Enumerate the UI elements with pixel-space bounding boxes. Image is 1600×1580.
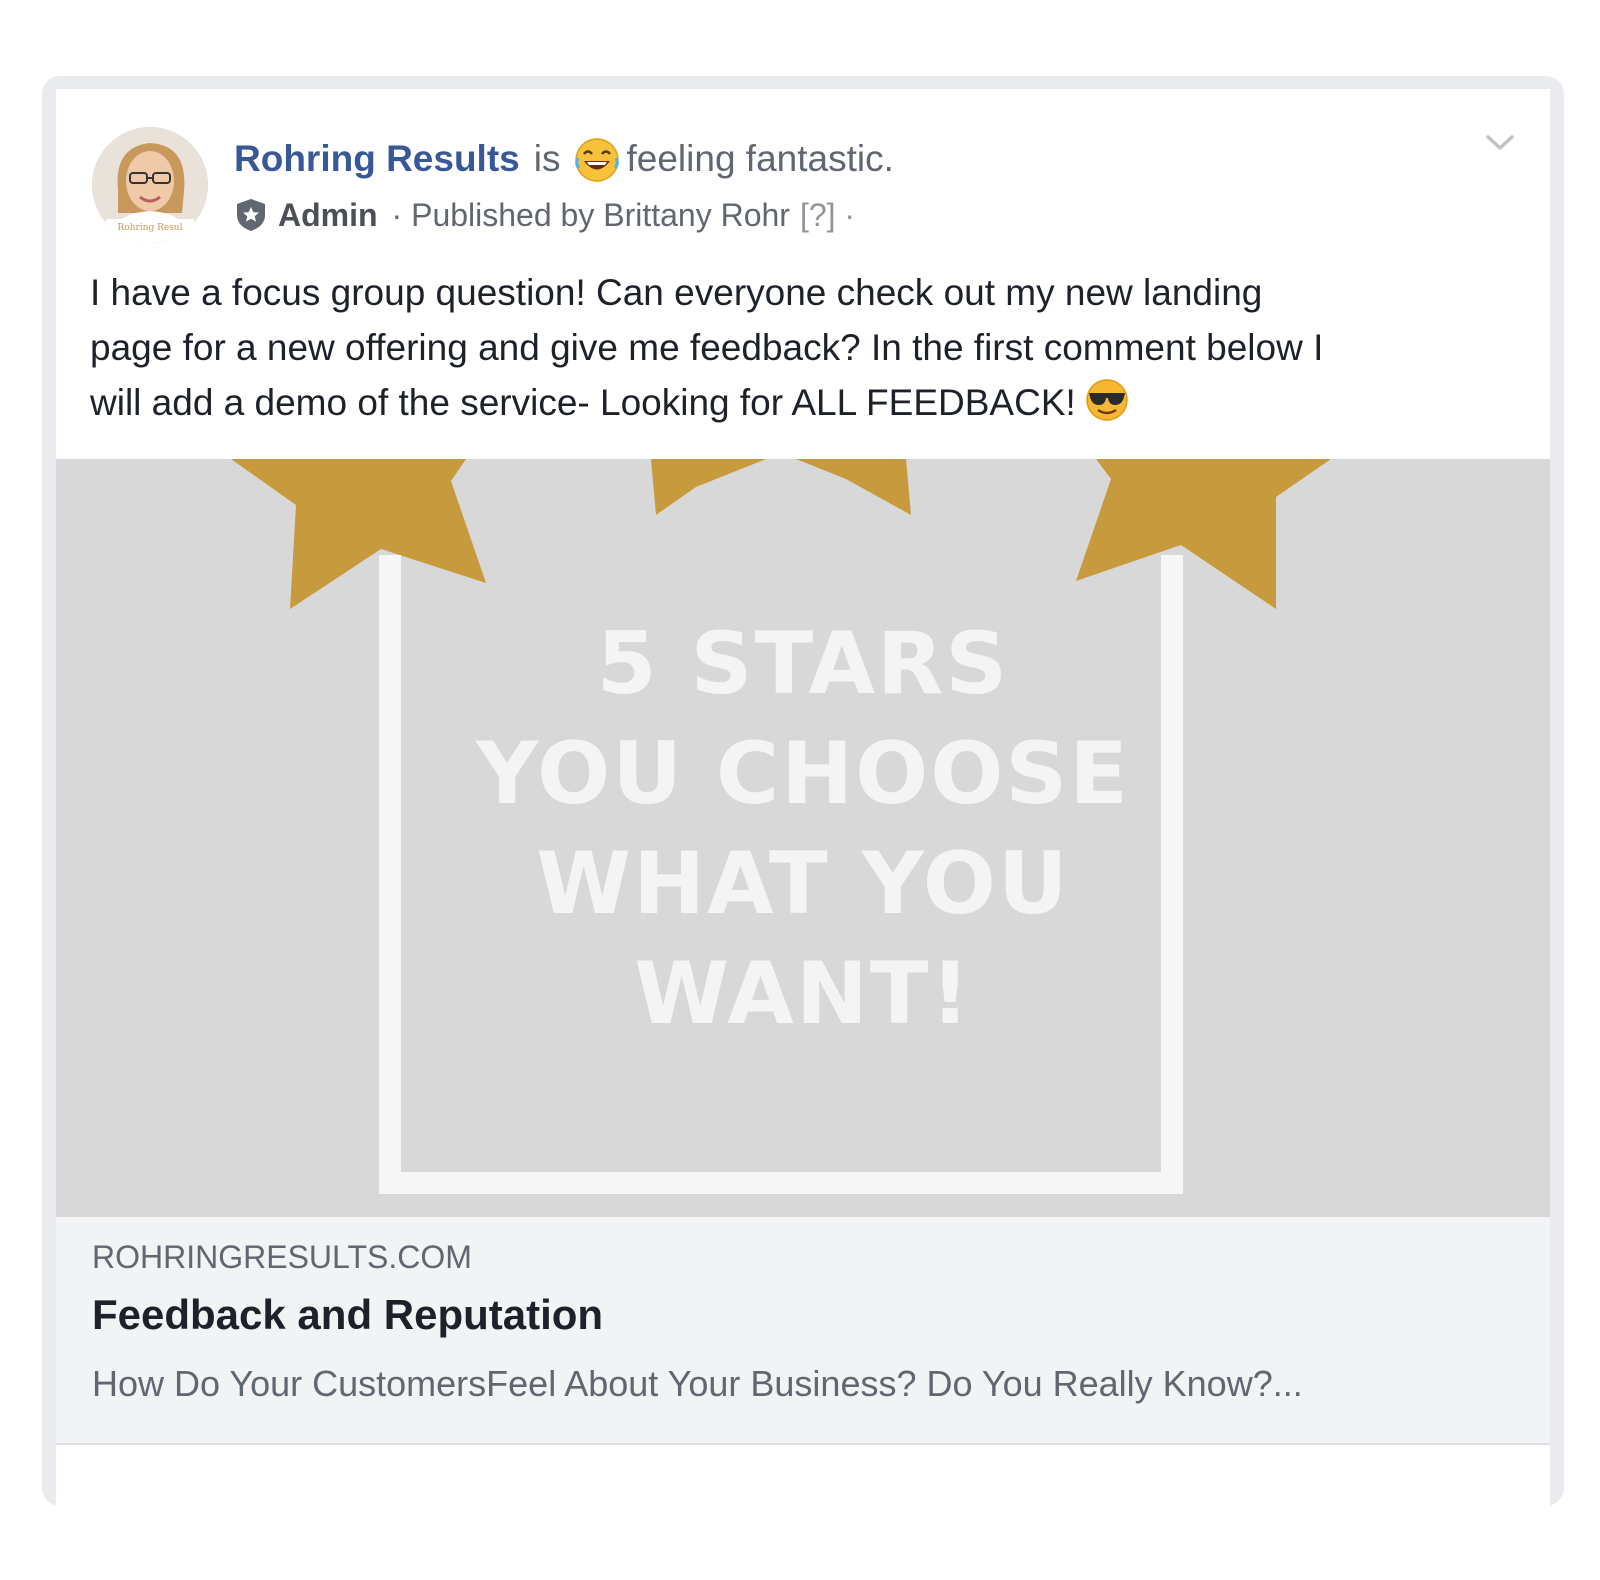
link-preview-caption[interactable]: ROHRINGRESULTS.COM Feedback and Reputati… xyxy=(56,1217,1550,1445)
image-headline-line: 5 STARS xyxy=(596,614,1010,714)
post-meta-line: Admin · Published by Brittany Rohr [?] · xyxy=(234,195,855,235)
post-text-line-last: will add a demo of the service- Looking … xyxy=(90,375,1510,430)
is-word: is xyxy=(533,138,561,179)
link-preview-image[interactable]: 5 STARS YOU CHOOSE WHAT YOU WANT! xyxy=(56,459,1550,1217)
post-title-line: Rohring Results is feeling fantastic. xyxy=(234,135,894,183)
post-body: I have a focus group question! Can every… xyxy=(90,265,1510,430)
sunglasses-emoji-icon xyxy=(1086,379,1128,421)
page-name-link[interactable]: Rohring Results xyxy=(234,138,520,180)
laughing-emoji-icon xyxy=(575,138,620,182)
admin-shield-icon xyxy=(237,199,265,231)
star-shape-left xyxy=(231,459,486,609)
star-shape-right xyxy=(1076,459,1331,609)
image-headline: 5 STARS YOU CHOOSE WHAT YOU WANT! xyxy=(56,609,1550,1049)
help-link[interactable]: [?] · xyxy=(800,197,855,234)
image-headline-line: WHAT YOU xyxy=(536,834,1070,934)
feeling-text: feeling fantastic. xyxy=(626,138,894,179)
post-header: Rohring Resul Rohring Results is feeling… xyxy=(56,89,1550,469)
avatar[interactable]: Rohring Resul xyxy=(92,127,208,243)
star-shape-center-right xyxy=(796,459,911,515)
post-text-line: page for a new offering and give me feed… xyxy=(90,327,1324,368)
image-headline-line: WANT! xyxy=(634,944,972,1044)
link-domain: ROHRINGRESULTS.COM xyxy=(92,1239,472,1275)
admin-label: Admin xyxy=(278,196,378,233)
link-title[interactable]: Feedback and Reputation xyxy=(92,1291,603,1339)
avatar-photo: Rohring Resul xyxy=(92,127,208,243)
chevron-down-icon[interactable] xyxy=(1480,127,1520,157)
link-description: How Do Your CustomersFeel About Your Bus… xyxy=(92,1363,1303,1404)
post-text-line: will add a demo of the service- Looking … xyxy=(90,382,1076,423)
published-by-text[interactable]: · Published by Brittany Rohr xyxy=(392,197,790,234)
avatar-logo-text: Rohring Resul xyxy=(118,223,183,233)
post-text-line: I have a focus group question! Can every… xyxy=(90,272,1263,313)
image-headline-line: YOU CHOOSE xyxy=(475,724,1131,824)
post-card: Rohring Resul Rohring Results is feeling… xyxy=(56,89,1550,1506)
star-shape-center-left xyxy=(651,459,766,515)
